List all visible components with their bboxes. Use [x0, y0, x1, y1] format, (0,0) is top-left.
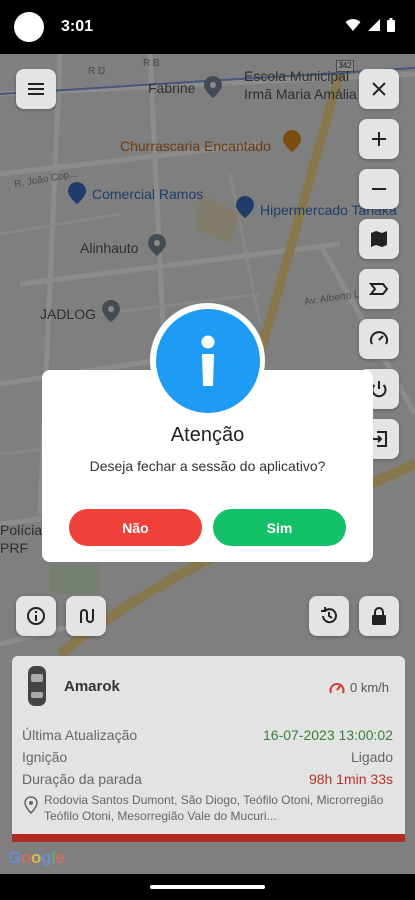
lock-button[interactable] — [359, 596, 399, 636]
row-label: Ignição — [22, 749, 68, 765]
zoom-in-button[interactable] — [359, 119, 399, 159]
vehicle-name: Amarok — [64, 678, 120, 695]
lock-icon — [372, 607, 386, 625]
navigation-bar — [0, 874, 415, 900]
route-icon — [80, 609, 94, 623]
speedometer-button[interactable] — [359, 319, 399, 359]
yes-button[interactable]: Sim — [213, 509, 346, 546]
map-icon — [371, 231, 387, 247]
info-button[interactable] — [16, 596, 56, 636]
label-button[interactable] — [359, 269, 399, 309]
row-value: 16-07-2023 13:00:02 — [263, 727, 393, 743]
phone-screen: 3:01 R D R B 342 Fabrine Escola Municipa… — [0, 0, 415, 900]
vehicle-speed: 0 km/h — [329, 680, 389, 695]
label-icon — [368, 283, 389, 295]
card-status-bar — [12, 834, 405, 842]
close-button[interactable] — [359, 69, 399, 109]
zoom-out-button[interactable] — [359, 169, 399, 209]
plus-icon — [372, 132, 386, 146]
gauge-icon — [370, 331, 388, 345]
row-label: Última Atualização — [22, 727, 138, 743]
status-bar: 3:01 — [0, 0, 415, 54]
info-icon — [201, 335, 214, 386]
history-icon — [321, 607, 337, 624]
route-button[interactable] — [66, 596, 106, 636]
dialog-info-badge — [150, 303, 265, 418]
row-value: Ligado — [350, 749, 393, 765]
info-row-last-update: Última Atualização 16-07-2023 13:00:02 — [22, 727, 393, 743]
status-time: 3:01 — [61, 18, 94, 35]
camera-cutout — [14, 12, 44, 42]
row-label: Duração da parada — [22, 771, 142, 787]
menu-button[interactable] — [16, 69, 56, 109]
row-value: 98h 1min 33s — [308, 771, 393, 787]
car-icon — [28, 666, 46, 706]
dialog-title: Atenção — [170, 424, 245, 446]
speed-value: 0 km/h — [349, 680, 389, 695]
location-pin-icon — [24, 796, 38, 814]
home-gesture-bar[interactable] — [150, 885, 265, 889]
vehicle-card[interactable]: Amarok 0 km/h Última Atualização 16-07-2… — [12, 656, 405, 842]
vehicle-address: Rodovia Santos Dumont, São Diogo, Teófil… — [44, 793, 384, 823]
history-button[interactable] — [309, 596, 349, 636]
close-icon — [372, 82, 386, 96]
signal-icon — [368, 19, 380, 31]
status-icons — [345, 18, 395, 32]
info-row-stop-duration: Duração da parada 98h 1min 33s — [22, 771, 393, 787]
map-type-button[interactable] — [359, 219, 399, 259]
google-logo: Google — [8, 848, 65, 867]
info-icon — [27, 607, 45, 625]
info-badge-circle — [155, 308, 260, 413]
battery-icon — [387, 18, 395, 32]
info-row-ignition: Ignição Ligado — [22, 749, 393, 765]
speedometer-icon — [329, 682, 345, 693]
menu-icon — [28, 83, 44, 95]
minus-icon — [372, 188, 386, 190]
no-button[interactable]: Não — [69, 509, 202, 546]
dialog-message: Deseja fechar a sessão do aplicativo? — [89, 458, 326, 474]
wifi-icon — [345, 19, 361, 31]
